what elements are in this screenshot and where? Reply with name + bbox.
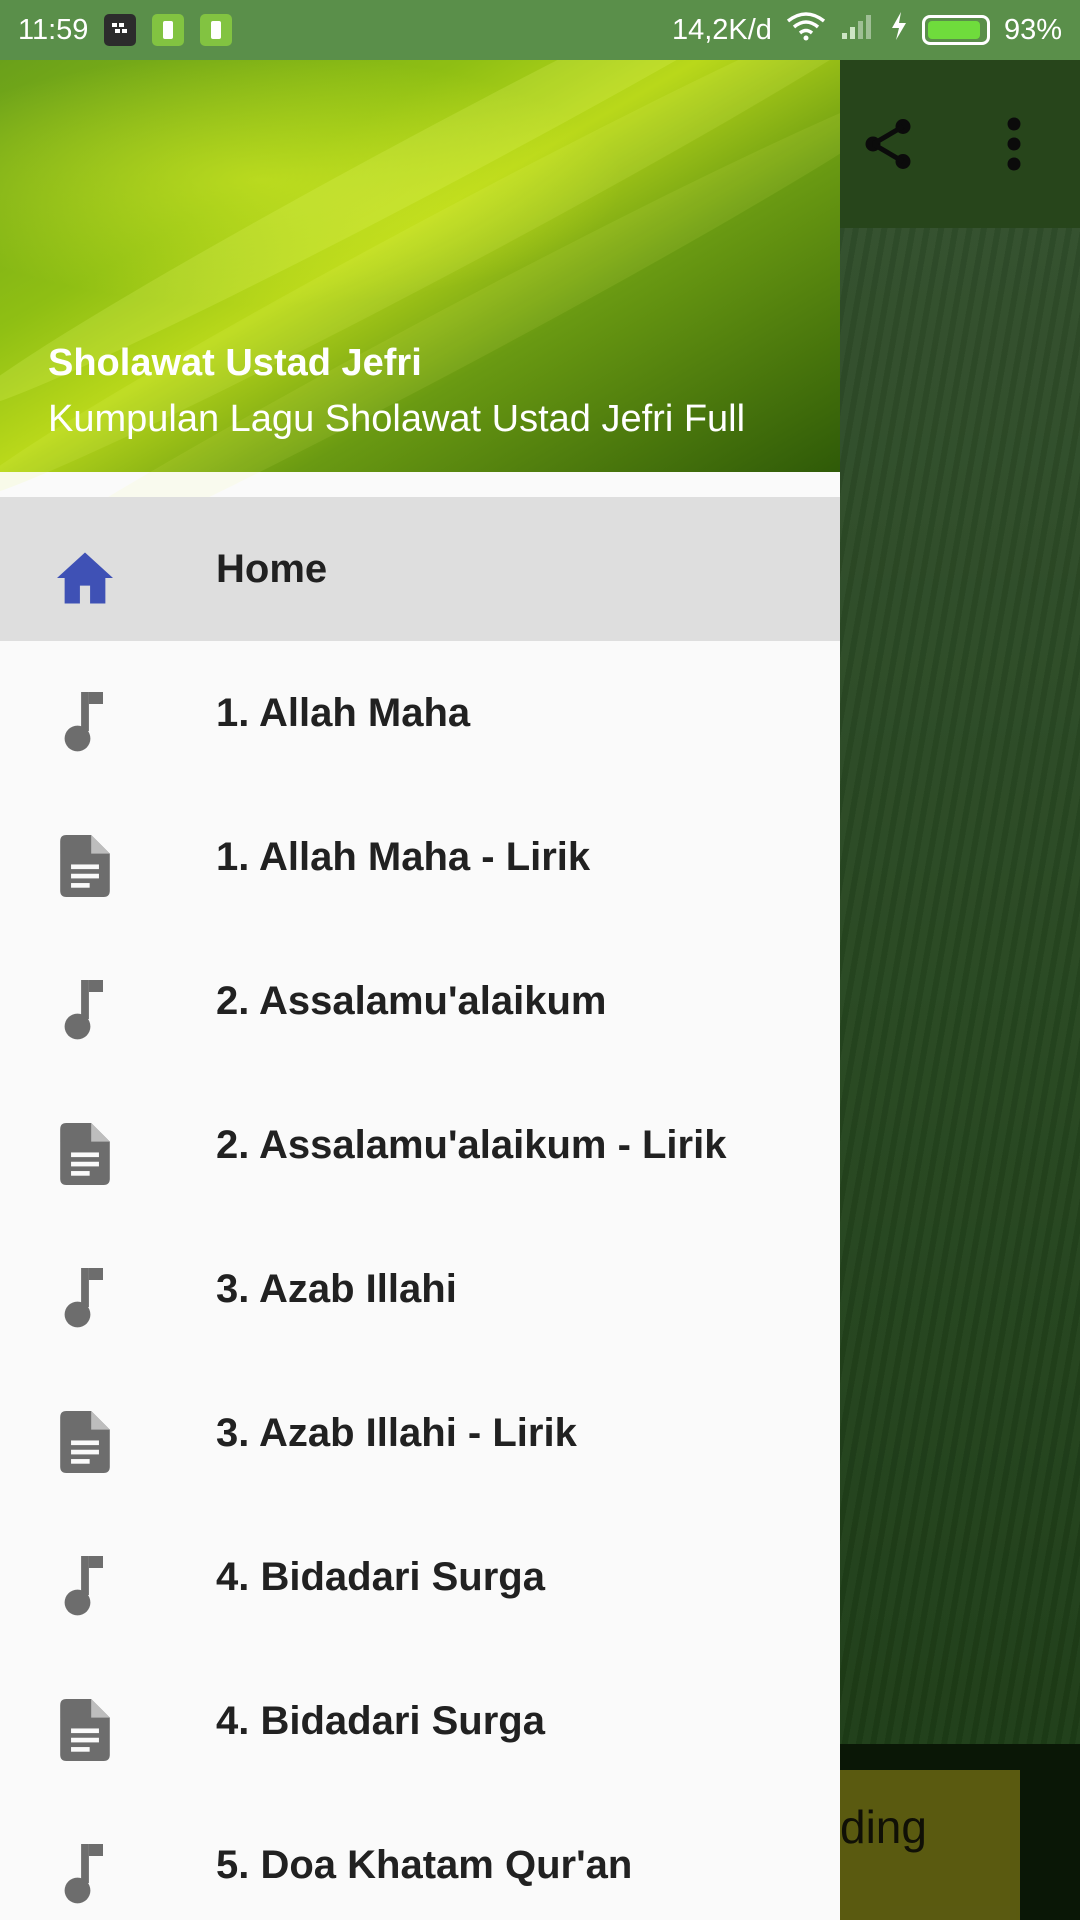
menu-item-lyrics-2[interactable]: 2. Assalamu'alaikum - Lirik	[0, 1073, 840, 1217]
charging-icon	[890, 11, 908, 49]
drawer-header-subtitle: Kumpulan Lagu Sholawat Ustad Jefri Full	[48, 398, 746, 440]
document-icon	[52, 1121, 118, 1187]
home-icon	[52, 545, 118, 611]
bbm-notification-icon	[104, 14, 137, 46]
document-icon	[52, 1409, 118, 1475]
music-note-icon	[52, 1841, 118, 1907]
battery-percent: 93%	[1003, 13, 1062, 46]
menu-item-lyrics-4[interactable]: 4. Bidadari Surga	[0, 1649, 840, 1793]
menu-item-label: 1. Allah Maha	[216, 690, 471, 735]
drawer-menu: Home 1. Allah Maha 1. Allah Maha - Lirik…	[0, 497, 840, 1920]
music-note-icon	[52, 1553, 118, 1619]
menu-item-song-5[interactable]: 5. Doa Khatam Qur'an	[0, 1793, 840, 1920]
menu-item-label: 2. Assalamu'alaikum - Lirik	[216, 1122, 727, 1167]
menu-item-song-2[interactable]: 2. Assalamu'alaikum	[0, 929, 840, 1073]
menu-item-song-1[interactable]: 1. Allah Maha	[0, 641, 840, 785]
menu-item-lyrics-1[interactable]: 1. Allah Maha - Lirik	[0, 785, 840, 929]
signal-icon	[840, 11, 876, 49]
wifi-icon	[786, 11, 826, 49]
menu-item-label: 1. Allah Maha - Lirik	[216, 834, 591, 879]
menu-item-lyrics-3[interactable]: 3. Azab Illahi - Lirik	[0, 1361, 840, 1505]
music-note-icon	[52, 1265, 118, 1331]
status-bar: 11:59 14,2K/d 93%	[0, 0, 1080, 60]
drawer-header: Sholawat Ustad Jefri Kumpulan Lagu Shola…	[0, 60, 840, 625]
document-icon	[52, 833, 118, 899]
menu-item-song-3[interactable]: 3. Azab Illahi	[0, 1217, 840, 1361]
music-note-icon	[52, 977, 118, 1043]
music-note-icon	[52, 689, 118, 755]
battery-notification-icon-2	[200, 14, 233, 46]
navigation-drawer: Sholawat Ustad Jefri Kumpulan Lagu Shola…	[0, 60, 840, 1920]
menu-item-label: 2. Assalamu'alaikum	[216, 978, 607, 1023]
battery-icon	[921, 15, 990, 45]
battery-notification-icon	[152, 14, 185, 46]
menu-item-label: 4. Bidadari Surga	[216, 1698, 545, 1743]
menu-item-label: 3. Azab Illahi - Lirik	[216, 1410, 577, 1455]
drawer-header-title: Sholawat Ustad Jefri	[48, 342, 422, 384]
menu-item-label: 4. Bidadari Surga	[216, 1554, 545, 1599]
document-icon	[52, 1697, 118, 1763]
network-speed: 14,2K/d	[671, 13, 772, 46]
menu-item-song-4[interactable]: 4. Bidadari Surga	[0, 1505, 840, 1649]
menu-item-label: Home	[216, 546, 328, 591]
status-time: 11:59	[18, 13, 89, 46]
menu-item-label: 3. Azab Illahi	[216, 1266, 457, 1311]
menu-item-label: 5. Doa Khatam Qur'an	[216, 1842, 633, 1887]
menu-item-home[interactable]: Home	[0, 497, 840, 641]
